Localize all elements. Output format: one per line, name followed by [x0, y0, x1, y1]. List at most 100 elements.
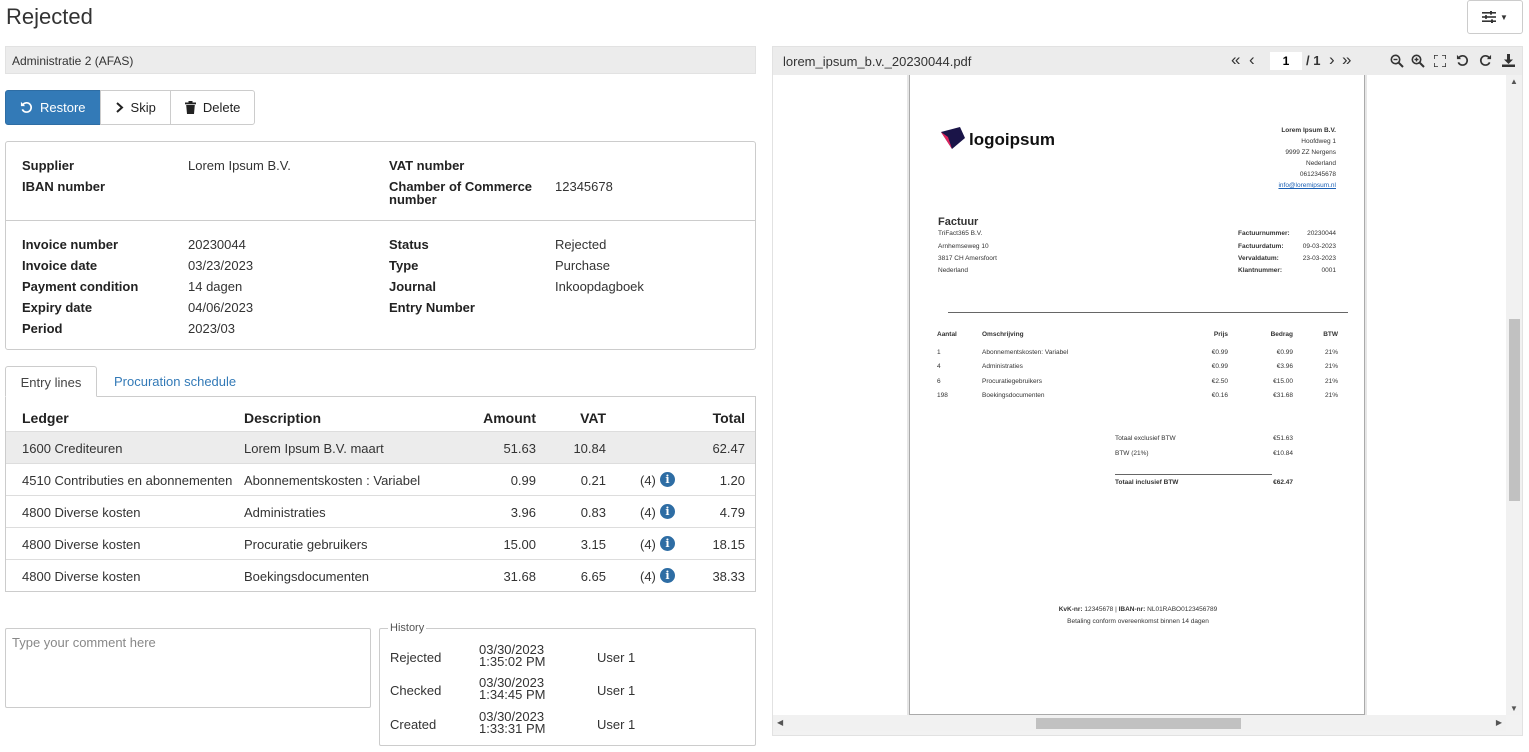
tab-procuration-schedule[interactable]: Procuration schedule	[114, 374, 236, 389]
supplier-label: Supplier	[22, 158, 75, 173]
footer-iban-label: IBAN-nr:	[1118, 606, 1146, 613]
vertical-scroll-thumb[interactable]	[1509, 319, 1520, 501]
info-icon[interactable]: i	[660, 504, 675, 519]
info-icon[interactable]: i	[660, 536, 675, 551]
coc-label: Chamber of Commerce number	[389, 179, 533, 207]
rotate-left-icon[interactable]	[1456, 54, 1469, 67]
recipient-line: 3817 CH Amersfoort	[938, 255, 997, 262]
row-vat: 6.65	[580, 569, 606, 584]
delete-button[interactable]: Delete	[169, 90, 256, 125]
payment-condition-label: Payment condition	[22, 279, 139, 294]
action-toolbar: Restore Skip Delete	[5, 90, 256, 125]
table-row[interactable]: 4800 Diverse kosten Procuratie gebruiker…	[6, 527, 755, 559]
row-amount: 15.00	[503, 537, 536, 552]
line-header-vat: BTW	[1323, 331, 1338, 338]
row-ledger: 4510 Contributies en abonnementen	[22, 473, 233, 488]
row-amount: 31.68	[503, 569, 536, 584]
zoom-in-icon[interactable]	[1411, 54, 1425, 68]
horizontal-scrollbar[interactable]: ◀ ▶	[773, 715, 1506, 731]
sender-email-link[interactable]: info@loremipsum.nl	[1278, 182, 1336, 190]
totals-value: €51.63	[1273, 435, 1293, 442]
info-icon[interactable]: i	[660, 472, 675, 487]
scroll-right-icon[interactable]: ▶	[1496, 718, 1502, 727]
header-ledger: Ledger	[22, 410, 69, 426]
status-value: Rejected	[555, 237, 607, 252]
scroll-down-icon[interactable]: ▼	[1510, 704, 1518, 713]
row-vat: 3.15	[580, 537, 606, 552]
comment-input[interactable]	[5, 628, 371, 708]
settings-dropdown-button[interactable]: ▼	[1467, 0, 1523, 34]
status-label: Status	[389, 237, 429, 252]
sender-line: Hoofdweg 1	[1301, 138, 1336, 145]
row-total: 62.47	[712, 441, 745, 456]
fullscreen-icon[interactable]	[1434, 55, 1446, 67]
previous-page-icon[interactable]: ‹	[1249, 50, 1255, 70]
rotate-right-icon[interactable]	[1479, 54, 1492, 67]
pdf-document-area[interactable]: logoipsum Lorem Ipsum B.V. Hoofdweg 1 99…	[773, 75, 1522, 715]
entry-lines-table: Ledger Description Amount VAT Total 1600…	[5, 396, 756, 592]
row-amount: 3.96	[510, 505, 536, 520]
history-date: 03/30/2023 1:33:31 PM	[479, 709, 546, 736]
line-amount: €15.00	[1273, 378, 1293, 385]
row-ledger: 4800 Diverse kosten	[22, 537, 141, 552]
row-description: Procuratie gebruikers	[244, 537, 368, 552]
pdf-viewer: lorem_ipsum_b.v._20230044.pdf « ‹ / 1 › …	[772, 46, 1523, 736]
table-row[interactable]: 4800 Diverse kosten Boekingsdocumenten 3…	[6, 559, 755, 591]
iban-label: IBAN number	[22, 179, 106, 194]
line-price: €2.50	[1211, 378, 1228, 385]
download-icon[interactable]	[1502, 54, 1515, 67]
info-divider	[6, 220, 755, 221]
totals-divider	[1115, 474, 1272, 475]
sender-line: 9999 ZZ Nergens	[1285, 149, 1336, 156]
logo-text: logoipsum	[969, 130, 1055, 149]
row-vat-code: (4)	[640, 569, 656, 584]
sender-line: Lorem Ipsum B.V.	[1281, 127, 1336, 134]
line-desc: Boekingsdocumenten	[982, 392, 1045, 399]
restore-button[interactable]: Restore	[5, 90, 101, 125]
supplier-value: Lorem Ipsum B.V.	[188, 158, 291, 173]
sender-line: Nederland	[1306, 160, 1336, 167]
page-number-input[interactable]	[1270, 52, 1302, 70]
invoice-date-label: Invoice date	[22, 258, 98, 273]
skip-button[interactable]: Skip	[99, 90, 171, 125]
expiry-date-label: Expiry date	[22, 300, 93, 315]
line-price: €0.16	[1211, 392, 1228, 399]
scroll-left-icon[interactable]: ◀	[777, 718, 783, 727]
line-header-price: Prijs	[1213, 331, 1228, 338]
meta-value: 0001	[1321, 267, 1336, 274]
zoom-out-icon[interactable]	[1390, 54, 1404, 68]
row-description: Administraties	[244, 505, 326, 520]
trash-icon	[184, 101, 196, 114]
info-icon[interactable]: i	[660, 568, 675, 583]
last-page-icon[interactable]: »	[1342, 50, 1351, 70]
tab-entry-lines[interactable]: Entry lines	[5, 366, 97, 397]
row-total: 18.15	[712, 537, 745, 552]
horizontal-scroll-thumb[interactable]	[1036, 718, 1241, 729]
entry-number-label: Entry Number	[389, 300, 475, 315]
table-row[interactable]: 4510 Contributies en abonnementen Abonne…	[6, 463, 755, 495]
journal-value: Inkoopdagboek	[555, 279, 644, 294]
line-qty: 6	[937, 378, 941, 385]
meta-value: 09-03-2023	[1302, 243, 1336, 250]
next-page-icon[interactable]: ›	[1329, 50, 1335, 70]
line-vat: 21%	[1324, 349, 1338, 356]
first-page-icon[interactable]: «	[1231, 50, 1240, 70]
vertical-scrollbar[interactable]: ▲ ▼	[1506, 75, 1522, 715]
header-description: Description	[244, 410, 322, 426]
row-vat: 10.84	[573, 441, 606, 456]
page-title: Rejected	[6, 4, 93, 29]
row-ledger: 1600 Crediteuren	[22, 441, 123, 456]
table-row[interactable]: 1600 Crediteuren Lorem Ipsum B.V. maart …	[6, 431, 755, 463]
meta-label: Factuurdatum:	[1238, 243, 1284, 250]
line-header-qty: Aantal	[937, 331, 957, 338]
totals-value: €62.47	[1273, 479, 1293, 486]
totals-label: Totaal inclusief BTW	[1115, 479, 1179, 486]
coc-value: 12345678	[555, 179, 613, 194]
row-total: 4.79	[719, 505, 745, 520]
invoice-date-value: 03/23/2023	[188, 258, 254, 273]
history-action: Rejected	[390, 650, 442, 665]
table-row[interactable]: 4800 Diverse kosten Administraties 3.96 …	[6, 495, 755, 527]
totals-label: BTW (21%)	[1115, 450, 1149, 457]
scroll-up-icon[interactable]: ▲	[1510, 77, 1518, 86]
caret-down-icon: ▼	[1500, 12, 1508, 22]
